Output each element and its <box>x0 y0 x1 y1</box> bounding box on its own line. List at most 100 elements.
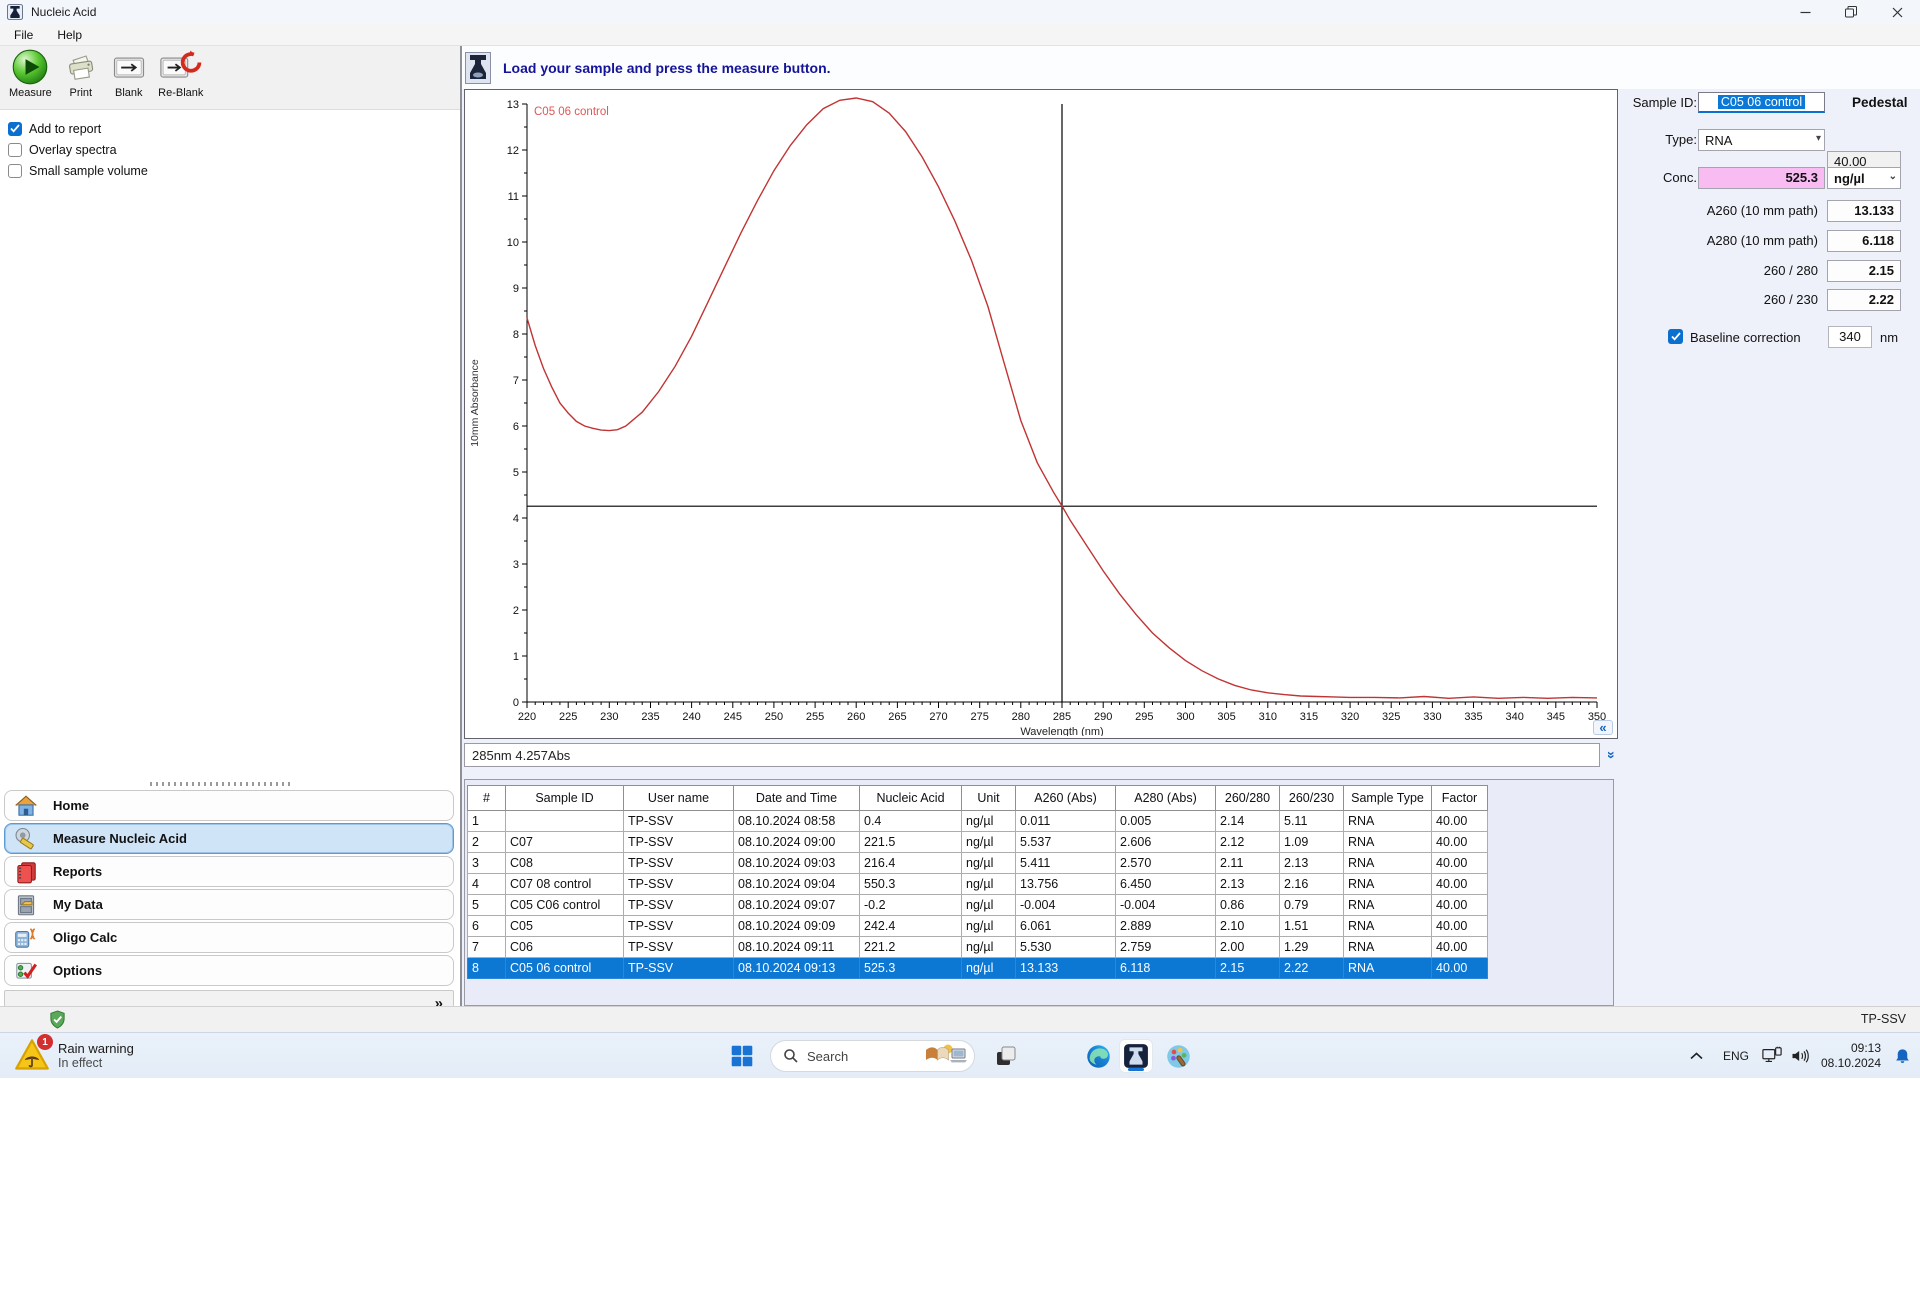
svg-text:225: 225 <box>559 711 577 723</box>
type-dropdown[interactable]: RNA ▾ <box>1698 129 1825 151</box>
column-header-factor[interactable]: Factor <box>1431 785 1488 811</box>
menu-help[interactable]: Help <box>47 26 92 44</box>
conc-label: Conc. <box>1663 170 1697 185</box>
panel-splitter-handle[interactable] <box>150 782 290 786</box>
svg-text:240: 240 <box>682 711 700 723</box>
table-cell: 40.00 <box>1431 852 1488 874</box>
sidebar-item-options[interactable]: Options <box>4 955 454 986</box>
checkbox-checked-icon[interactable] <box>8 121 22 136</box>
conc-unit-dropdown[interactable]: ng/µl ⌄ <box>1827 167 1901 189</box>
svg-text:330: 330 <box>1423 711 1441 723</box>
sidebar-item-measure-nucleic-acid[interactable]: Measure Nucleic Acid <box>4 823 454 854</box>
checkbox-unchecked-icon[interactable] <box>8 163 22 178</box>
menu-file[interactable]: File <box>4 26 43 44</box>
table-row[interactable]: 2 C07 TP-SSV 08.10.2024 09:00 221.5 ng/µl 5.53… <box>467 831 1488 853</box>
search-box[interactable]: Search <box>770 1040 975 1072</box>
column-header-a260-abs[interactable]: A260 (Abs) <box>1015 785 1116 811</box>
column-header-date-and-time[interactable]: Date and Time <box>733 785 860 811</box>
reblank-button[interactable]: Re-Blank <box>155 46 207 101</box>
start-button[interactable] <box>726 1040 758 1072</box>
measurements-table-panel: # Sample ID User name Date and Time Nucleic … <box>464 779 1614 1006</box>
table-cell: 6.118 <box>1115 957 1216 979</box>
spectrum-chart[interactable]: 220 225 230 235 240 245 250 255 260 265 270 275 280 2… <box>465 90 1615 741</box>
table-cell: C07 08 control <box>505 873 624 895</box>
table-cell: 2.00 <box>1215 936 1280 958</box>
paint-app-icon[interactable] <box>1162 1040 1194 1072</box>
table-cell: 0.79 <box>1279 894 1344 916</box>
a280-label: A280 (10 mm path) <box>1706 233 1818 248</box>
network-icon[interactable] <box>1758 1033 1786 1079</box>
pedestal-instrument-icon <box>465 51 491 84</box>
table-row[interactable]: 1 TP-SSV 08.10.2024 08:58 0.4 ng/µl 0.011 0.00… <box>467 810 1488 832</box>
search-icon <box>783 1048 799 1064</box>
restore-button[interactable] <box>1828 0 1874 24</box>
column-header-260-230[interactable]: 260/230 <box>1279 785 1344 811</box>
baseline-correction-label: Baseline correction <box>1690 330 1801 345</box>
table-row[interactable]: 7 C06 TP-SSV 08.10.2024 09:11 221.2 ng/µl 5.53… <box>467 936 1488 958</box>
table-row[interactable]: 4 C07 08 control TP-SSV 08.10.2024 09:04 550… <box>467 873 1488 895</box>
baseline-correction-checkbox[interactable] <box>1668 329 1683 344</box>
svg-text:1: 1 <box>513 651 519 663</box>
table-cell: 40.00 <box>1431 810 1488 832</box>
table-row[interactable]: 5 C05 C06 control TP-SSV 08.10.2024 09:07 -0… <box>467 894 1488 916</box>
svg-text:7: 7 <box>513 375 519 387</box>
column-header-[interactable]: # <box>467 785 506 811</box>
table-row[interactable]: 8 C05 06 control TP-SSV 08.10.2024 09:13 525… <box>467 957 1488 979</box>
table-cell: TP-SSV <box>623 810 734 832</box>
column-header-user-name[interactable]: User name <box>623 785 734 811</box>
sidebar-item-oligo-calc[interactable]: Oligo Calc <box>4 922 454 953</box>
nucleic-acid-app-icon[interactable] <box>1120 1040 1152 1072</box>
weather-warning-icon: 1 <box>14 1034 53 1073</box>
table-cell: ng/µl <box>961 957 1016 979</box>
table-cell: -0.004 <box>1015 894 1116 916</box>
tray-chevron-up-icon[interactable] <box>1684 1033 1708 1079</box>
sample-id-input[interactable]: C05 06 control <box>1698 92 1825 113</box>
instruction-bar: Load your sample and press the measure b… <box>462 46 1920 89</box>
language-indicator[interactable]: ENG <box>1716 1033 1756 1079</box>
table-cell: 5.411 <box>1015 852 1116 874</box>
table-row[interactable]: 6 C05 TP-SSV 08.10.2024 09:09 242.4 ng/µl 6.06… <box>467 915 1488 937</box>
column-header-sample-id[interactable]: Sample ID <box>505 785 624 811</box>
table-cell: TP-SSV <box>623 957 734 979</box>
clock[interactable]: 09:13 08.10.2024 <box>1816 1033 1886 1079</box>
checkbox-unchecked-icon[interactable] <box>8 142 22 157</box>
close-button[interactable] <box>1874 0 1920 24</box>
column-header-nucleic-acid[interactable]: Nucleic Acid <box>859 785 962 811</box>
blank-button[interactable]: Blank <box>107 46 151 101</box>
column-header-a280-abs[interactable]: A280 (Abs) <box>1115 785 1216 811</box>
chevron-expand-down-icon[interactable]: » <box>1604 743 1620 767</box>
sidebar-item-home[interactable]: Home <box>4 790 454 821</box>
task-view-button[interactable] <box>990 1040 1022 1072</box>
baseline-wavelength-input[interactable]: 340 <box>1828 326 1872 348</box>
measure-nucleic-acid-icon <box>13 826 39 852</box>
svg-text:280: 280 <box>1012 711 1030 723</box>
checkbox-small-sample-volume[interactable]: Small sample volume <box>8 160 148 181</box>
sidebar-item-my-data[interactable]: My Data <box>4 889 454 920</box>
checkbox-overlay-spectra[interactable]: Overlay spectra <box>8 139 148 160</box>
column-header-260-280[interactable]: 260/280 <box>1215 785 1280 811</box>
measure-button[interactable]: Measure <box>6 46 55 101</box>
table-cell: 2.15 <box>1215 957 1280 979</box>
edge-browser-icon[interactable] <box>1082 1040 1114 1072</box>
search-highlight-image[interactable] <box>924 1043 968 1070</box>
column-header-sample-type[interactable]: Sample Type <box>1343 785 1432 811</box>
svg-text:310: 310 <box>1259 711 1277 723</box>
column-header-unit[interactable]: Unit <box>961 785 1016 811</box>
notification-bell-icon[interactable] <box>1888 1033 1916 1079</box>
table-cell: 1 <box>467 810 506 832</box>
svg-text:2: 2 <box>513 605 519 617</box>
chevron-collapse-left-icon[interactable]: « <box>1593 720 1613 735</box>
table-cell: ng/µl <box>961 894 1016 916</box>
print-button[interactable]: Print <box>59 46 103 101</box>
minimize-button[interactable] <box>1782 0 1828 24</box>
table-row[interactable]: 3 C08 TP-SSV 08.10.2024 09:03 216.4 ng/µl 5.41… <box>467 852 1488 874</box>
volume-icon[interactable] <box>1786 1033 1814 1079</box>
sidebar-item-reports[interactable]: Reports <box>4 856 454 887</box>
table-cell: 221.2 <box>859 936 962 958</box>
cursor-readout-bar: 285nm 4.257Abs <box>464 743 1600 767</box>
taskbar-weather-widget[interactable]: 1 Rain warning In effect <box>14 1034 134 1073</box>
table-cell: 0.86 <box>1215 894 1280 916</box>
svg-text:3: 3 <box>513 559 519 571</box>
checkbox-add-to-report[interactable]: Add to report <box>8 118 148 139</box>
conc-value-field: 525.3 <box>1698 167 1825 189</box>
